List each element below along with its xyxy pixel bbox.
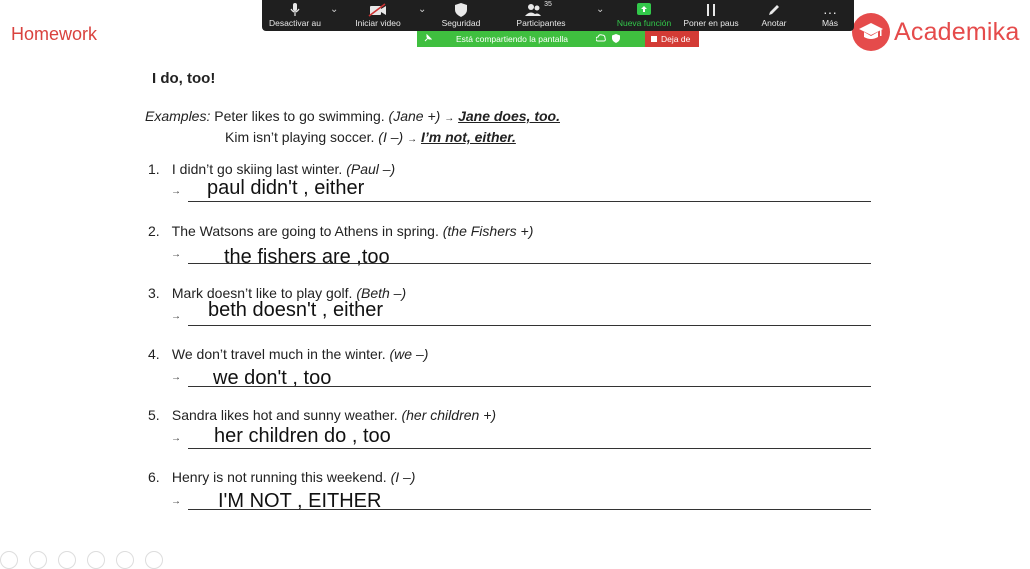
stop-sharing-label: Deja de [661, 34, 691, 44]
page-dot[interactable] [116, 551, 134, 569]
answer-line [188, 448, 871, 449]
participant-count-badge: 35 [544, 1, 552, 8]
share-screen-label: Nueva función [616, 18, 672, 28]
security-label: Seguridad [441, 18, 481, 28]
meeting-toolbar: Desactivar au ⌄ Iniciar video ⌄ Segurida… [262, 0, 854, 31]
question-text: I didn’t go skiing last winter. [171, 161, 343, 177]
security-button[interactable]: Seguridad [434, 0, 488, 31]
shield-icon [434, 0, 488, 17]
shield-check-icon[interactable] [612, 33, 620, 45]
answer-line [188, 325, 871, 326]
example-1-text: Peter likes to go swimming. [214, 108, 385, 124]
question-number: 5. [148, 407, 160, 423]
example-2: Kim isn’t playing soccer. (I –) → I’m no… [225, 129, 516, 145]
page-dot[interactable] [29, 551, 47, 569]
question-number: 3. [148, 285, 160, 301]
more-button[interactable]: ··· Más [810, 0, 850, 31]
question-text: Henry is not running this weekend. [171, 469, 387, 485]
example-2-text: Kim isn’t playing soccer. [225, 129, 375, 145]
start-video-label: Iniciar video [355, 18, 401, 28]
answer-2[interactable]: the fishers are ,too [224, 246, 390, 269]
answer-line [188, 509, 871, 510]
question-number: 2. [148, 223, 160, 239]
answer-5[interactable]: her children do , too [214, 425, 391, 448]
answer-line [188, 201, 871, 202]
example-1-answer: Jane does, too. [458, 108, 560, 124]
start-video-button[interactable]: Iniciar video [349, 0, 407, 31]
question-number: 6. [148, 469, 160, 485]
chevron-down-icon[interactable]: ⌄ [596, 4, 604, 15]
pause-share-button[interactable]: Poner en paus [680, 0, 742, 31]
question-text: We don’t travel much in the winter. [171, 346, 386, 362]
question-hint: (Paul –) [346, 161, 396, 177]
answer-3[interactable]: beth doesn't , either [208, 299, 383, 322]
question-6: 6. Henry is not running this weekend. (I… [148, 469, 415, 485]
example-2-hint: (I –) [378, 129, 404, 145]
sharing-status-text: Está compartiendo la pantalla [456, 34, 568, 44]
examples-label: Examples: [145, 108, 211, 124]
arrow-icon: → [444, 113, 455, 124]
question-2: 2. The Watsons are going to Athens in sp… [148, 223, 533, 239]
example-1: Examples: Peter likes to go swimming. (J… [145, 108, 560, 124]
answer-line [188, 263, 871, 264]
arrow-icon: → [407, 134, 418, 145]
page-dot[interactable] [145, 551, 163, 569]
participants-button[interactable]: 35 Participantes [506, 0, 576, 31]
arrow-icon: → [171, 311, 181, 322]
arrow-icon: → [171, 249, 181, 260]
arrow-icon: → [171, 372, 181, 383]
academika-brand: Academika [852, 13, 1019, 51]
arrow-icon: → [171, 186, 181, 197]
graduation-cap-logo-icon [852, 13, 890, 51]
question-hint: (her children +) [401, 407, 497, 423]
question-4: 4. We don’t travel much in the winter. (… [148, 346, 428, 362]
question-1: 1. I didn’t go skiing last winter. (Paul… [148, 161, 395, 177]
question-hint: (we –) [389, 346, 429, 362]
pause-share-label: Poner en paus [683, 18, 739, 28]
page-dot[interactable] [0, 551, 18, 569]
chevron-down-icon[interactable]: ⌄ [418, 4, 426, 15]
mute-button[interactable]: Desactivar au [264, 0, 326, 31]
page-dot[interactable] [58, 551, 76, 569]
question-5: 5. Sandra likes hot and sunny weather. (… [148, 407, 496, 423]
chevron-down-icon[interactable]: ⌄ [330, 4, 338, 15]
example-2-answer: I’m not, either. [420, 129, 516, 145]
stop-sharing-button[interactable]: Deja de [645, 31, 699, 47]
sharing-status-bar: Está compartiendo la pantalla [417, 31, 645, 47]
pause-icon [680, 0, 742, 17]
video-off-icon [349, 0, 407, 17]
question-number: 1. [148, 161, 160, 177]
more-label: Más [821, 18, 839, 28]
question-hint: (the Fishers +) [442, 223, 534, 239]
arrow-icon: → [171, 496, 181, 507]
share-screen-icon [612, 0, 676, 17]
worksheet-title: I do, too! [152, 70, 216, 87]
annotate-button[interactable]: Anotar [752, 0, 796, 31]
pin-icon[interactable] [424, 33, 433, 44]
more-icon: ··· [823, 4, 837, 20]
mute-label: Desactivar au [269, 18, 321, 28]
pencil-icon [752, 0, 796, 17]
participants-icon: 35 [506, 0, 576, 17]
share-screen-button[interactable]: Nueva función [612, 0, 676, 31]
brand-name: Academika [894, 17, 1020, 46]
microphone-icon [264, 0, 326, 17]
stop-square-icon [651, 36, 657, 42]
question-hint: (I –) [390, 469, 416, 485]
arrow-icon: → [171, 433, 181, 444]
answer-line [188, 386, 871, 387]
question-text: The Watsons are going to Athens in sprin… [171, 223, 439, 239]
homework-title: Homework [11, 24, 98, 44]
pagination-dots [0, 551, 163, 569]
annotate-label: Anotar [761, 18, 787, 28]
cloud-icon[interactable] [595, 33, 606, 45]
example-1-hint: (Jane +) [388, 108, 441, 124]
page-dot[interactable] [87, 551, 105, 569]
question-text: Sandra likes hot and sunny weather. [171, 407, 398, 423]
participants-label: Participantes [516, 18, 566, 28]
answer-1[interactable]: paul didn't , either [207, 177, 364, 200]
question-number: 4. [148, 346, 160, 362]
